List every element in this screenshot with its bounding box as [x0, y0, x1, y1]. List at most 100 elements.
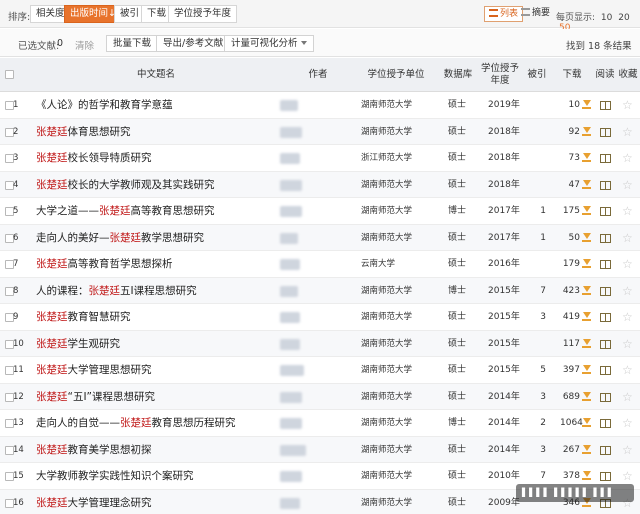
row-unit[interactable]: 湖南师范大学 [361, 384, 412, 410]
download-icon[interactable] [582, 153, 591, 163]
row-title-link[interactable]: 张楚廷教育美学思想初探 [36, 437, 152, 463]
book-icon[interactable] [600, 313, 611, 322]
row-unit[interactable]: 湖南师范大学 [361, 357, 412, 383]
star-icon[interactable]: ☆ [622, 410, 633, 436]
star-icon[interactable]: ☆ [622, 437, 633, 463]
batch-download-button[interactable]: 批量下载 [106, 35, 159, 52]
star-icon[interactable]: ☆ [622, 225, 633, 251]
row-cited[interactable] [530, 331, 546, 357]
row-cited[interactable]: 3 [530, 304, 546, 330]
download-icon[interactable] [582, 259, 591, 269]
row-title-link[interactable]: 大学教师教学实践性知识个案研究 [36, 463, 194, 489]
row-unit[interactable]: 湖南师范大学 [361, 490, 412, 514]
book-icon[interactable] [600, 180, 611, 190]
row-title-link[interactable]: 走向人的自觉——张楚廷教育思想历程研究 [36, 410, 236, 436]
row-unit[interactable]: 浙江师范大学 [361, 145, 412, 171]
header-cited[interactable]: 被引 [524, 58, 550, 92]
header-download[interactable]: 下载 [558, 58, 586, 92]
download-icon[interactable] [582, 471, 591, 481]
select-all-checkbox[interactable] [5, 70, 14, 79]
per-page-20[interactable]: 20 [618, 13, 629, 23]
book-icon[interactable] [600, 207, 611, 216]
row-title-link[interactable]: 张楚廷校长的大学教师观及其实践研究 [36, 172, 215, 198]
row-cited[interactable] [530, 92, 546, 118]
clear-selection-link[interactable]: 清除 [75, 38, 94, 52]
row-cited[interactable]: 2 [530, 410, 546, 436]
row-unit[interactable]: 湖南师范大学 [361, 410, 412, 436]
row-title-link[interactable]: 大学之道——张楚廷高等教育思想研究 [36, 198, 215, 224]
row-unit[interactable]: 湖南师范大学 [361, 92, 412, 118]
book-icon[interactable] [600, 339, 611, 349]
download-icon[interactable] [582, 126, 591, 137]
download-icon[interactable] [582, 232, 591, 243]
sort-degree-year-button[interactable]: 学位授予年度 [168, 5, 238, 23]
download-icon[interactable] [582, 100, 591, 110]
book-icon[interactable] [600, 101, 611, 110]
download-icon[interactable] [582, 418, 591, 428]
visualize-button[interactable]: 计量可视化分析 [224, 35, 314, 52]
row-unit[interactable]: 云南大学 [361, 251, 395, 277]
star-icon[interactable]: ☆ [622, 145, 633, 171]
row-unit[interactable]: 湖南师范大学 [361, 119, 412, 145]
row-title-link[interactable]: 张楚廷“五Ⅰ”课程思想研究 [36, 384, 155, 410]
download-icon[interactable] [582, 391, 591, 402]
star-icon[interactable]: ☆ [622, 357, 633, 383]
row-cited[interactable] [530, 145, 546, 171]
row-unit[interactable]: 湖南师范大学 [361, 225, 412, 251]
book-icon[interactable] [600, 233, 611, 243]
star-icon[interactable]: ☆ [622, 304, 633, 330]
download-icon[interactable] [582, 179, 591, 190]
row-cited[interactable] [530, 172, 546, 198]
star-icon[interactable]: ☆ [622, 251, 633, 277]
row-cited[interactable]: 3 [530, 384, 546, 410]
row-title-link[interactable]: 张楚廷大学管理思想研究 [36, 357, 152, 383]
download-icon[interactable] [582, 312, 591, 322]
download-icon[interactable] [582, 206, 591, 216]
star-icon[interactable]: ☆ [622, 384, 633, 410]
row-title-link[interactable]: 张楚廷校长领导特质研究 [36, 145, 152, 171]
row-unit[interactable]: 湖南师范大学 [361, 278, 412, 304]
row-title-link[interactable]: 张楚廷学生观研究 [36, 331, 120, 357]
book-icon[interactable] [600, 419, 611, 428]
row-cited[interactable] [530, 251, 546, 277]
row-unit[interactable]: 湖南师范大学 [361, 304, 412, 330]
star-icon[interactable]: ☆ [622, 278, 633, 304]
row-cited[interactable]: 1 [530, 225, 546, 251]
book-icon[interactable] [600, 472, 611, 481]
row-cited[interactable]: 5 [530, 357, 546, 383]
row-cited[interactable]: 3 [530, 437, 546, 463]
header-year[interactable]: 学位授予年度 [478, 58, 522, 92]
book-icon[interactable] [600, 154, 611, 163]
book-icon[interactable] [600, 392, 611, 402]
row-cited[interactable]: 1 [530, 198, 546, 224]
star-icon[interactable]: ☆ [622, 172, 633, 198]
book-icon[interactable] [600, 366, 611, 375]
book-icon[interactable] [600, 445, 611, 455]
row-unit[interactable]: 湖南师范大学 [361, 198, 412, 224]
row-title-link[interactable]: 张楚廷教育智慧研究 [36, 304, 131, 330]
star-icon[interactable]: ☆ [622, 198, 633, 224]
row-title-link[interactable]: 《人论》的哲学和教育学意蕴 [36, 92, 173, 118]
star-icon[interactable]: ☆ [622, 119, 633, 145]
star-icon[interactable]: ☆ [622, 331, 633, 357]
row-unit[interactable]: 湖南师范大学 [361, 437, 412, 463]
header-title[interactable]: 中文题名 [36, 58, 276, 92]
download-icon[interactable] [582, 338, 591, 349]
row-cited[interactable] [530, 119, 546, 145]
row-unit[interactable]: 湖南师范大学 [361, 172, 412, 198]
book-icon[interactable] [600, 260, 611, 269]
row-cited[interactable]: 7 [530, 278, 546, 304]
download-icon[interactable] [582, 365, 591, 375]
download-icon[interactable] [582, 285, 591, 296]
star-icon[interactable]: ☆ [622, 92, 633, 118]
header-author[interactable]: 作者 [296, 58, 340, 92]
header-database[interactable]: 数据库 [440, 58, 476, 92]
row-title-link[interactable]: 张楚廷大学管理理念研究 [36, 490, 152, 514]
row-title-link[interactable]: 走向人的美好—张楚廷教学思想研究 [36, 225, 204, 251]
view-abstract-toggle[interactable]: 摘要 [517, 6, 554, 22]
download-icon[interactable] [582, 444, 591, 455]
header-unit[interactable]: 学位授予单位 [356, 58, 436, 92]
book-icon[interactable] [600, 127, 611, 137]
row-unit[interactable]: 湖南师范大学 [361, 331, 412, 357]
row-title-link[interactable]: 人的课程：张楚廷五Ⅰ课程思想研究 [36, 278, 197, 304]
